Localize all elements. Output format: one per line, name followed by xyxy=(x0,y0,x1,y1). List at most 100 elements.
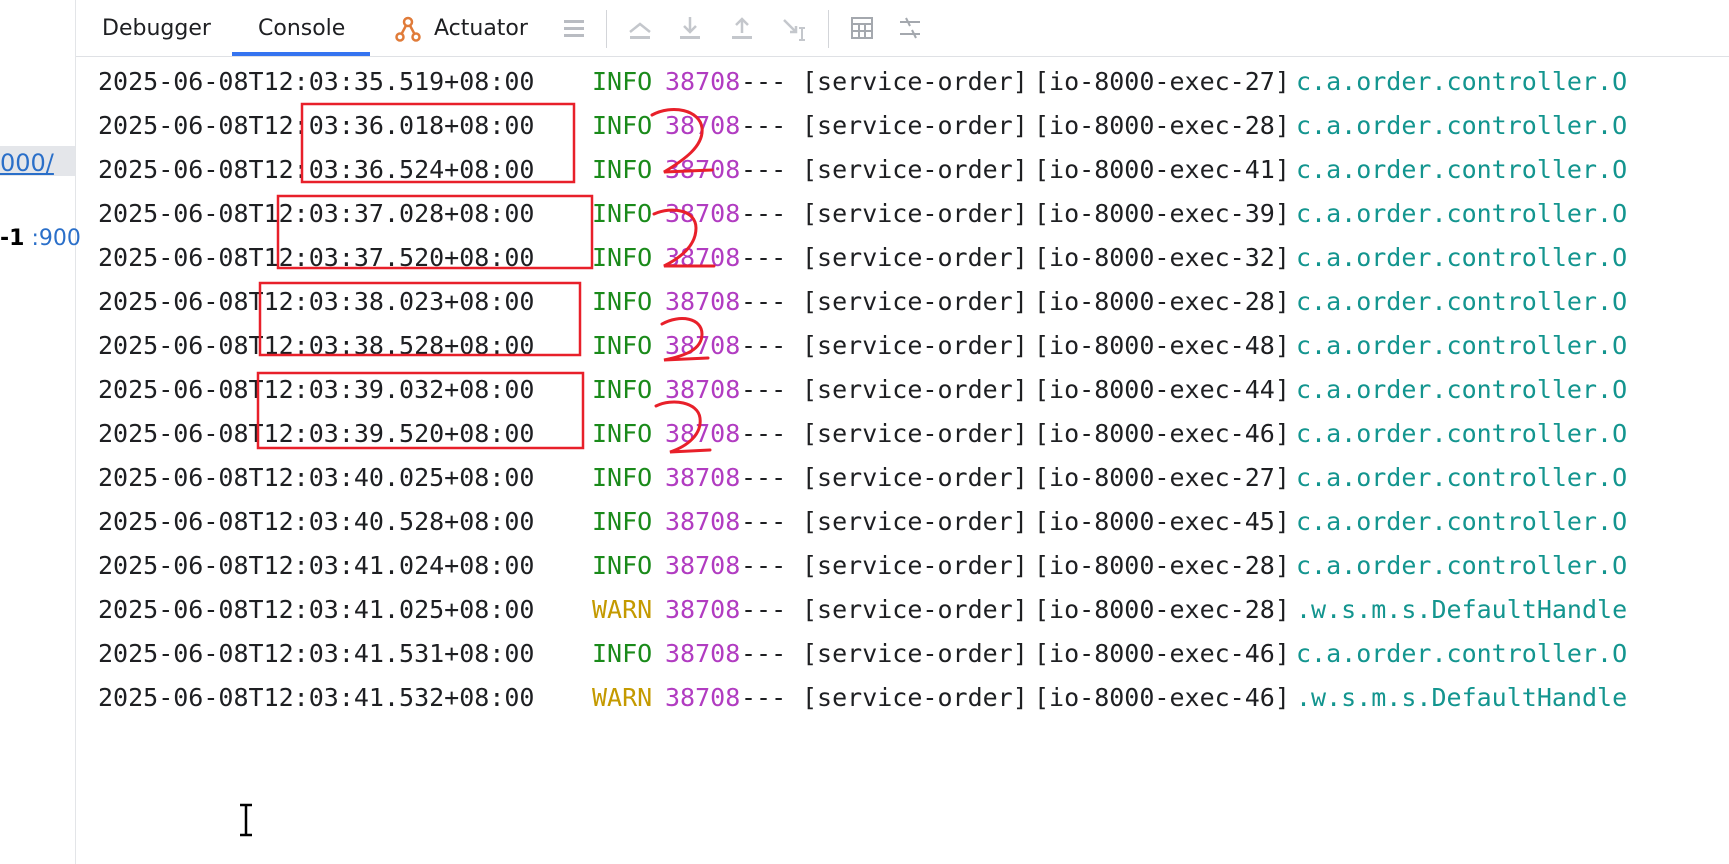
log-timestamp: 2025-06-08T12:03:40.025+08:00 xyxy=(98,463,535,492)
log-pid: 38708 xyxy=(665,67,741,96)
log-line: 2025-06-08T12:03:37.520+08:00 INFO 38708 --… xyxy=(98,236,1729,280)
log-pid: 38708 xyxy=(665,507,741,536)
log-level: INFO xyxy=(592,375,653,404)
log-line: 2025-06-08T12:03:41.532+08:00 WARN 38708 --… xyxy=(98,676,1729,720)
log-timestamp: 2025-06-08T12:03:41.025+08:00 xyxy=(98,595,535,624)
menu-lines-icon[interactable] xyxy=(558,12,590,44)
log-app-name: [service-order] xyxy=(802,155,1028,184)
log-app-name: [service-order] xyxy=(802,199,1028,228)
step-over-icon[interactable] xyxy=(624,12,656,44)
log-app-name: [service-order] xyxy=(802,507,1028,536)
run-to-cursor-icon[interactable] xyxy=(778,12,810,44)
log-level: WARN xyxy=(592,595,653,624)
log-separator: --- xyxy=(741,551,787,580)
log-timestamp: 2025-06-08T12:03:37.520+08:00 xyxy=(98,243,535,272)
log-logger: c.a.order.controller.O xyxy=(1296,463,1628,492)
tab-debugger[interactable]: Debugger xyxy=(102,0,211,56)
log-thread: [io-8000-exec-28] xyxy=(1034,111,1290,140)
log-logger: .w.s.m.s.DefaultHandle xyxy=(1296,683,1628,712)
log-thread: [io-8000-exec-27] xyxy=(1034,463,1290,492)
log-timestamp: 2025-06-08T12:03:35.519+08:00 xyxy=(98,67,535,96)
log-line: 2025-06-08T12:03:36.524+08:00 INFO 38708 --… xyxy=(98,148,1729,192)
log-thread: [io-8000-exec-28] xyxy=(1034,595,1290,624)
log-timestamp: 2025-06-08T12:03:37.028+08:00 xyxy=(98,199,535,228)
log-line: 2025-06-08T12:03:41.024+08:00 INFO 38708 --… xyxy=(98,544,1729,588)
log-level: INFO xyxy=(592,155,653,184)
log-thread: [io-8000-exec-41] xyxy=(1034,155,1290,184)
log-logger: c.a.order.controller.O xyxy=(1296,507,1628,536)
log-separator: --- xyxy=(741,463,787,492)
log-separator: --- xyxy=(741,683,787,712)
left-panel-port-entry[interactable]: -1 :900 xyxy=(0,226,81,251)
log-pid: 38708 xyxy=(665,375,741,404)
log-app-name: [service-order] xyxy=(802,595,1028,624)
log-pid: 38708 xyxy=(665,199,741,228)
tool-window-toolbar: Debugger Console Actuator xyxy=(76,0,1729,57)
toolbar-separator xyxy=(828,10,829,48)
log-timestamp: 2025-06-08T12:03:36.018+08:00 xyxy=(98,111,535,140)
log-level: INFO xyxy=(592,463,653,492)
log-pid: 38708 xyxy=(665,639,741,668)
log-line: 2025-06-08T12:03:36.018+08:00 INFO 38708 --… xyxy=(98,104,1729,148)
log-logger: .w.s.m.s.DefaultHandle xyxy=(1296,595,1628,624)
left-side-panel: 000/ -1 :900 xyxy=(0,0,81,864)
log-timestamp: 2025-06-08T12:03:41.532+08:00 xyxy=(98,683,535,712)
tab-actuator[interactable]: Actuator xyxy=(434,0,528,56)
log-timestamp: 2025-06-08T12:03:41.531+08:00 xyxy=(98,639,535,668)
log-logger: c.a.order.controller.O xyxy=(1296,199,1628,228)
log-app-name: [service-order] xyxy=(802,287,1028,316)
log-logger: c.a.order.controller.O xyxy=(1296,243,1628,272)
log-app-name: [service-order] xyxy=(802,551,1028,580)
log-pid: 38708 xyxy=(665,243,741,272)
log-line: 2025-06-08T12:03:39.520+08:00 INFO 38708 --… xyxy=(98,412,1729,456)
settings-sliders-icon[interactable] xyxy=(894,12,926,44)
tab-console[interactable]: Console xyxy=(258,0,345,56)
log-level: INFO xyxy=(592,199,653,228)
log-thread: [io-8000-exec-46] xyxy=(1034,419,1290,448)
log-separator: --- xyxy=(741,639,787,668)
evaluate-expression-icon[interactable] xyxy=(846,12,878,44)
step-into-icon[interactable] xyxy=(674,12,706,44)
log-separator: --- xyxy=(741,595,787,624)
log-separator: --- xyxy=(741,287,787,316)
left-panel-url-link[interactable]: 000/ xyxy=(0,149,54,177)
log-level: INFO xyxy=(592,67,653,96)
text-cursor-icon xyxy=(240,803,252,837)
left-panel-selected-row[interactable]: 000/ xyxy=(0,146,75,177)
log-level: INFO xyxy=(592,111,653,140)
log-logger: c.a.order.controller.O xyxy=(1296,67,1628,96)
log-pid: 38708 xyxy=(665,683,741,712)
log-thread: [io-8000-exec-45] xyxy=(1034,507,1290,536)
log-line: 2025-06-08T12:03:35.519+08:00 INFO 38708 --… xyxy=(98,60,1729,104)
log-app-name: [service-order] xyxy=(802,331,1028,360)
log-pid: 38708 xyxy=(665,595,741,624)
log-level: INFO xyxy=(592,551,653,580)
log-separator: --- xyxy=(741,243,787,272)
log-thread: [io-8000-exec-48] xyxy=(1034,331,1290,360)
log-separator: --- xyxy=(741,331,787,360)
console-output[interactable]: 2025-06-08T12:03:35.519+08:00 INFO 38708 --… xyxy=(76,60,1729,864)
log-thread: [io-8000-exec-39] xyxy=(1034,199,1290,228)
log-timestamp: 2025-06-08T12:03:36.524+08:00 xyxy=(98,155,535,184)
log-separator: --- xyxy=(741,67,787,96)
log-pid: 38708 xyxy=(665,155,741,184)
log-logger: c.a.order.controller.O xyxy=(1296,551,1628,580)
log-app-name: [service-order] xyxy=(802,683,1028,712)
log-timestamp: 2025-06-08T12:03:41.024+08:00 xyxy=(98,551,535,580)
step-out-icon[interactable] xyxy=(726,12,758,44)
log-logger: c.a.order.controller.O xyxy=(1296,287,1628,316)
log-line: 2025-06-08T12:03:37.028+08:00 INFO 38708 --… xyxy=(98,192,1729,236)
log-app-name: [service-order] xyxy=(802,639,1028,668)
log-line: 2025-06-08T12:03:38.023+08:00 INFO 38708 --… xyxy=(98,280,1729,324)
log-separator: --- xyxy=(741,155,787,184)
log-thread: [io-8000-exec-28] xyxy=(1034,287,1290,316)
log-logger: c.a.order.controller.O xyxy=(1296,419,1628,448)
actuator-icon xyxy=(395,16,421,42)
log-level: INFO xyxy=(592,287,653,316)
log-thread: [io-8000-exec-28] xyxy=(1034,551,1290,580)
log-app-name: [service-order] xyxy=(802,111,1028,140)
log-separator: --- xyxy=(741,111,787,140)
log-level: INFO xyxy=(592,507,653,536)
log-logger: c.a.order.controller.O xyxy=(1296,111,1628,140)
log-timestamp: 2025-06-08T12:03:38.528+08:00 xyxy=(98,331,535,360)
